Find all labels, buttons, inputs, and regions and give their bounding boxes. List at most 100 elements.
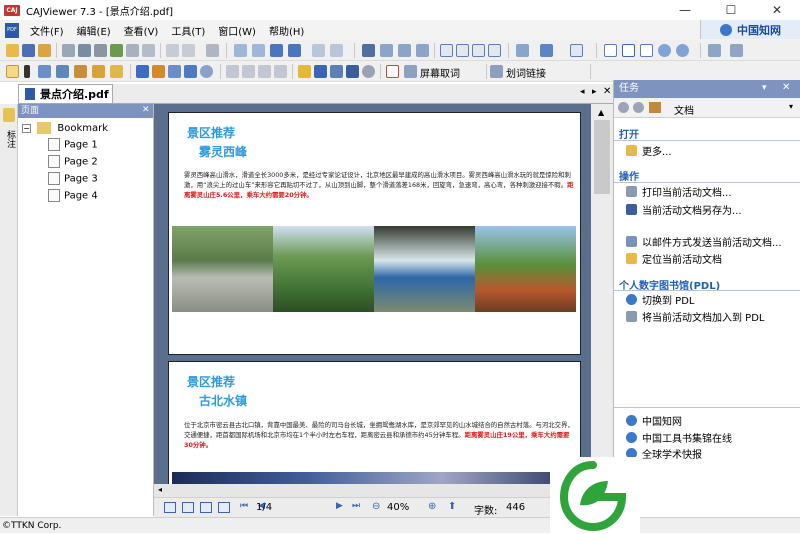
mark-icon[interactable]	[298, 65, 311, 78]
ellipse-icon[interactable]	[200, 65, 213, 78]
cut-icon[interactable]	[126, 44, 139, 57]
tab-document[interactable]: 景点介绍.pdf	[18, 84, 113, 103]
print-icon[interactable]	[62, 44, 75, 57]
print-doc-link[interactable]: 打印当前活动文档...	[626, 184, 732, 199]
zoom-out-icon[interactable]	[676, 44, 689, 57]
switch-pdl-link[interactable]: 切换到 PDL	[626, 292, 694, 307]
horizontal-scrollbar[interactable]: ◂	[154, 484, 613, 497]
text-height-icon[interactable]	[730, 44, 743, 57]
open-recent-icon[interactable]	[38, 44, 51, 57]
next-page-icon[interactable]	[270, 44, 283, 57]
screen-capture-icon[interactable]	[386, 65, 399, 78]
menu-edit[interactable]: 编辑(E)	[75, 23, 113, 38]
scroll-left-icon[interactable]: ◂	[158, 485, 162, 494]
rotate-right-icon[interactable]	[416, 44, 429, 57]
book-view-icon[interactable]	[218, 502, 230, 513]
screen-ocr-button[interactable]: 屏幕取词	[420, 65, 460, 80]
task-panel-close-icon[interactable]: ✕	[782, 82, 790, 93]
page-indicator[interactable]: 1/4	[256, 502, 272, 513]
panel-close-icon[interactable]: ✕	[142, 105, 150, 115]
vertical-scrollbar[interactable]: ▲	[591, 104, 613, 484]
tree-item-page-3[interactable]: Page 3	[48, 172, 98, 185]
word-link-button[interactable]: 划词链接	[506, 65, 546, 80]
snapshot-icon[interactable]	[74, 65, 87, 78]
email-icon[interactable]	[94, 44, 107, 57]
menu-file[interactable]: 文件(F)	[28, 23, 66, 38]
address-dropdown-icon[interactable]: ▾	[789, 102, 793, 111]
close-button[interactable]: ✕	[754, 0, 800, 20]
text-annotation-icon[interactable]	[314, 65, 327, 78]
tree-item-page-1[interactable]: Page 1	[48, 138, 98, 151]
save-as-link[interactable]: 当前活动文档另存为...	[626, 202, 742, 217]
undo-icon[interactable]	[166, 44, 179, 57]
menu-view[interactable]: 查看(V)	[122, 23, 161, 38]
thumbnail-icon[interactable]	[570, 44, 583, 57]
home-icon[interactable]	[649, 102, 661, 113]
hand-icon[interactable]	[6, 65, 19, 78]
width-icon[interactable]	[708, 44, 721, 57]
underline-icon[interactable]	[226, 65, 239, 78]
format-icon[interactable]	[330, 65, 343, 78]
cnki-brand-button[interactable]: 中国知网	[700, 20, 800, 39]
tab-close-icon[interactable]: ✕	[603, 86, 611, 97]
text-select-icon[interactable]	[38, 65, 51, 78]
anchor-icon[interactable]	[346, 65, 359, 78]
redo-icon[interactable]	[182, 44, 195, 57]
email-doc-link[interactable]: 以邮件方式发送当前活动文档...	[626, 234, 782, 249]
last-page-button[interactable]: ⏭	[352, 501, 360, 511]
maximize-button[interactable]: ☐	[708, 0, 754, 20]
pen-icon[interactable]	[136, 65, 149, 78]
word-link-icon[interactable]	[490, 65, 503, 78]
select-arrow-icon[interactable]	[24, 65, 30, 78]
tab-annotations[interactable]: 标注	[3, 130, 15, 148]
next-page-button[interactable]: ▶	[336, 501, 343, 511]
image-select-icon[interactable]	[56, 65, 69, 78]
forward-icon[interactable]	[330, 44, 343, 57]
menu-tools[interactable]: 工具(T)	[169, 23, 207, 38]
continuous-page-icon[interactable]	[456, 44, 469, 57]
zoom-in-icon[interactable]	[658, 44, 671, 57]
zoom-in-button[interactable]: ⊕	[428, 501, 436, 512]
fit-page-icon[interactable]	[622, 44, 635, 57]
stamp-icon[interactable]	[206, 44, 219, 57]
open-folder-icon[interactable]	[6, 44, 19, 57]
up-arrow-icon[interactable]: ⬆	[448, 501, 456, 512]
first-page-icon[interactable]	[234, 44, 247, 57]
menu-window[interactable]: 窗口(W)	[216, 23, 258, 38]
copy-icon[interactable]	[142, 44, 155, 57]
task-panel-menu-icon[interactable]: ▾	[762, 83, 767, 93]
pen-annotation-icon[interactable]	[3, 108, 15, 122]
screen-ocr-icon[interactable]	[404, 65, 417, 78]
more-link[interactable]: 更多...	[626, 143, 672, 158]
strikeout-icon[interactable]	[242, 65, 255, 78]
full-screen-icon[interactable]	[540, 44, 553, 57]
rotate-icon[interactable]	[398, 44, 411, 57]
scan-icon[interactable]	[78, 44, 91, 57]
document-view[interactable]: 景区推荐 雾灵西峰 雾灵西峰高山滑水，滑道全长3000多米，是经过专家论证设计，…	[154, 104, 591, 492]
scroll-thumb[interactable]	[594, 120, 610, 194]
forward-icon[interactable]	[633, 102, 644, 113]
facing-page-icon[interactable]	[472, 44, 485, 57]
line-icon[interactable]	[168, 65, 181, 78]
collapse-icon[interactable]: −	[22, 123, 31, 133]
ocr-icon[interactable]	[92, 65, 105, 78]
save-icon[interactable]	[22, 44, 35, 57]
layout-icon[interactable]	[516, 44, 529, 57]
zoom-out-button[interactable]: ⊖	[372, 501, 380, 512]
last-page-icon[interactable]	[288, 44, 301, 57]
first-page-button[interactable]: ⏮	[240, 501, 248, 511]
tab-scroll-right-icon[interactable]: ▸	[592, 87, 597, 97]
scroll-up-icon[interactable]: ▲	[598, 108, 604, 117]
minimize-button[interactable]: —	[662, 0, 708, 20]
translate-icon[interactable]	[110, 65, 123, 78]
tab-scroll-left-icon[interactable]: ◂	[580, 87, 585, 97]
back-icon[interactable]	[312, 44, 325, 57]
back-icon[interactable]	[618, 102, 629, 113]
reference-books-link[interactable]: 中国工具书集锦在线	[626, 430, 732, 445]
tree-root[interactable]: − Bookmark	[22, 122, 108, 134]
eraser-icon[interactable]	[362, 65, 375, 78]
link-icon[interactable]	[258, 65, 271, 78]
find-next-icon[interactable]	[380, 44, 393, 57]
rectangle-icon[interactable]	[184, 65, 197, 78]
tree-item-page-4[interactable]: Page 4	[48, 189, 98, 202]
